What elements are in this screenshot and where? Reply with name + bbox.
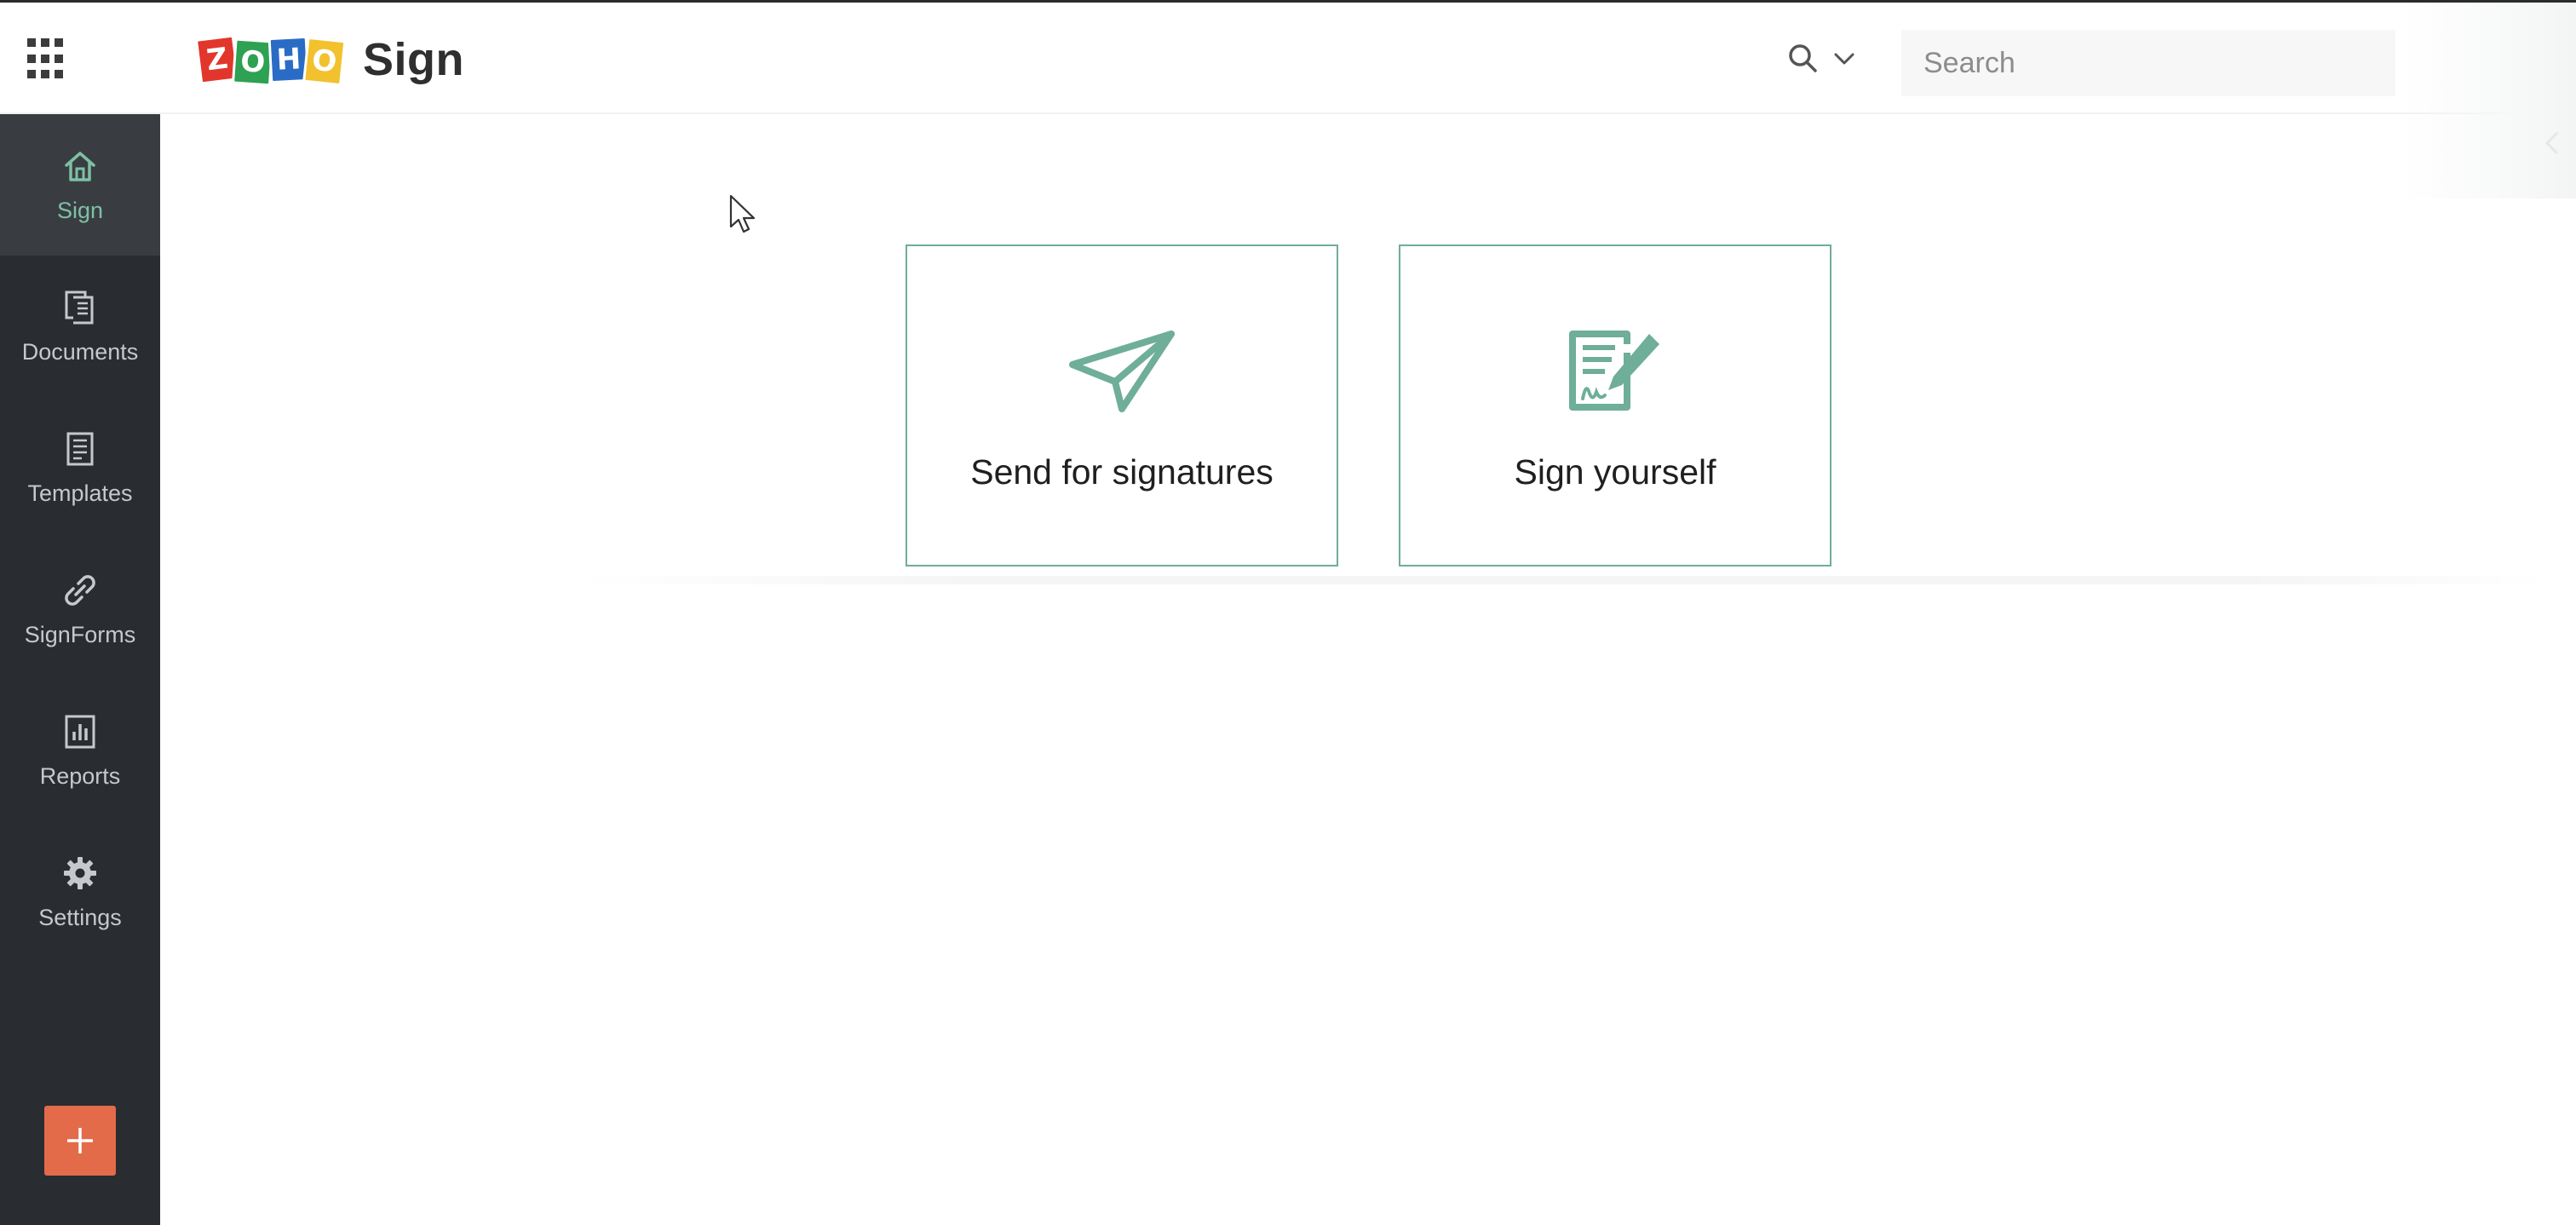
logo-letter-o2: O [302, 36, 347, 87]
content-divider-shadow [572, 576, 2549, 584]
header-bar: Z O H O Sign [0, 3, 2576, 114]
sidebar-item-label: Settings [38, 904, 122, 930]
sign-document-icon [1560, 325, 1670, 418]
sidebar-item-signforms[interactable]: SignForms [0, 538, 160, 680]
link-icon [60, 571, 100, 610]
mouse-cursor-icon [729, 194, 756, 233]
sidebar-item-templates[interactable]: Templates [0, 397, 160, 538]
send-for-signatures-card[interactable]: Send for signatures [906, 244, 1338, 566]
product-name: Sign [363, 34, 464, 85]
card-label: Sign yourself [1514, 452, 1716, 492]
add-new-button[interactable] [44, 1106, 116, 1176]
home-icon [60, 147, 100, 186]
search-icon [1789, 44, 1817, 72]
apps-grid-icon[interactable] [27, 38, 70, 81]
header-right-fade [2402, 3, 2576, 198]
app-root: Z O H O Sign Search Sign Documents Templ… [0, 0, 2576, 1225]
gear-icon [60, 854, 100, 893]
sidebar-item-label: Sign [56, 197, 104, 223]
sidebar-item-label: Documents [21, 338, 139, 365]
zoho-sign-logo[interactable]: Z O H O Sign [194, 30, 464, 89]
chevron-left-icon[interactable] [2542, 128, 2562, 158]
left-sidebar: Sign Documents Templates SignForms Repor… [0, 114, 160, 1225]
templates-icon [60, 429, 100, 469]
plus-icon [67, 1128, 93, 1153]
search-scope-dropdown[interactable] [1787, 40, 1855, 78]
sidebar-item-label: Reports [39, 762, 121, 789]
chevron-down-icon [1834, 53, 1854, 65]
sidebar-item-label: Templates [27, 480, 133, 506]
sidebar-item-settings[interactable]: Settings [0, 821, 160, 963]
search-input[interactable] [1901, 30, 2395, 96]
documents-icon [60, 288, 100, 327]
paper-plane-icon [1067, 325, 1177, 418]
card-label: Send for signatures [970, 452, 1274, 492]
sidebar-item-label: SignForms [24, 621, 136, 647]
sidebar-item-reports[interactable]: Reports [0, 680, 160, 821]
sign-yourself-card[interactable]: Sign yourself [1399, 244, 1831, 566]
sidebar-item-sign[interactable]: Sign [0, 114, 160, 256]
reports-icon [60, 712, 100, 751]
sidebar-item-documents[interactable]: Documents [0, 256, 160, 397]
